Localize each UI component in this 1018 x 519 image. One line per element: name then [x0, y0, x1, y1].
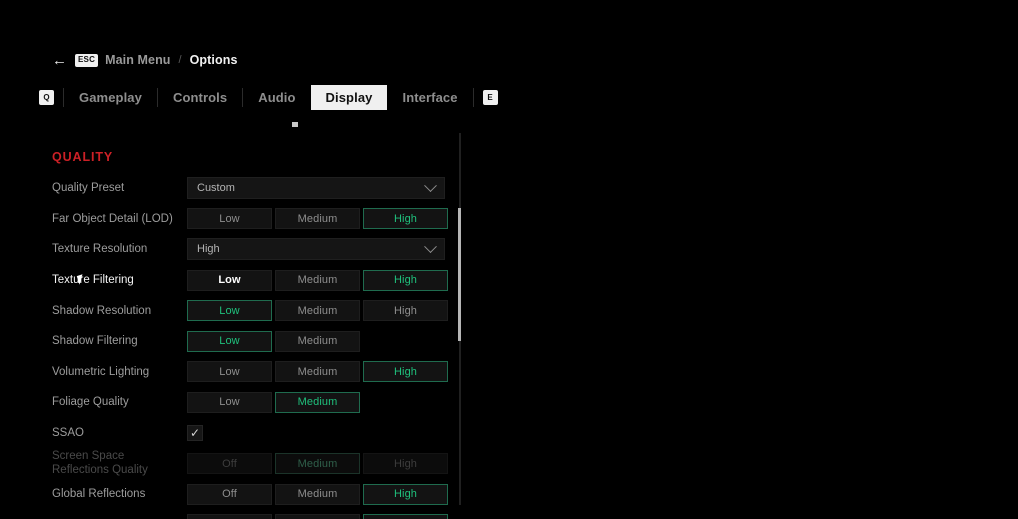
next-tab-key-wrap[interactable]: E — [474, 85, 507, 110]
segmented-control: Low Medium — [187, 391, 360, 413]
setting-row: Quality Preset Custom — [0, 173, 480, 204]
setting-control: Low Medium High — [187, 300, 480, 322]
segmented-control: OffMediumHigh — [187, 453, 448, 475]
segment-option[interactable]: High — [363, 300, 448, 322]
segment-option[interactable]: Medium — [275, 361, 360, 383]
setting-row: Global Reflections Off Medium High — [0, 479, 480, 510]
settings-scroll-panel[interactable]: QUALITY Quality Preset Custom Far Object D… — [0, 122, 480, 519]
setting-row: Shadow Resolution Low Medium High — [0, 295, 480, 326]
segment-option[interactable]: Medium — [275, 269, 360, 291]
section-title-quality: QUALITY — [52, 150, 114, 164]
tab-interface[interactable]: Interface — [387, 85, 472, 110]
segmented-control: OffMediumHigh — [187, 483, 448, 505]
dropdown-value: Custom — [197, 182, 235, 195]
segment-option[interactable]: High — [363, 269, 448, 291]
segmented-control: OffMediumHigh — [187, 514, 448, 519]
setting-label: Screen Space Reflections Quality — [52, 450, 148, 476]
segment-option[interactable]: Medium — [275, 483, 360, 505]
setting-row: Far Object Detail (LOD) Low Medium High — [0, 204, 480, 235]
breadcrumb-separator: / — [178, 54, 182, 66]
setting-control: OffMediumHigh — [187, 453, 480, 475]
options-tab-bar: Q Gameplay Controls Audio Display Interf… — [30, 85, 507, 110]
setting-row: OffMediumHigh — [0, 510, 480, 519]
back-arrow-icon[interactable]: ← — [52, 53, 68, 68]
setting-label: Shadow Filtering — [52, 335, 138, 348]
segment-option[interactable]: Off — [187, 453, 272, 475]
dropdown-value: High — [197, 243, 220, 256]
setting-row: Texture Resolution High — [0, 234, 480, 265]
chevron-down-icon — [424, 240, 437, 254]
setting-row: Shadow Filtering Low Medium — [0, 326, 480, 357]
segment-option[interactable]: Medium — [275, 208, 360, 230]
setting-label: Foliage Quality — [52, 396, 129, 409]
setting-control: Low Medium — [187, 330, 480, 352]
tab-audio[interactable]: Audio — [243, 85, 310, 110]
segment-option[interactable]: Medium — [275, 391, 360, 413]
setting-row: Texture Filtering Low Medium High — [0, 265, 480, 296]
segmented-control: Low Medium High — [187, 300, 448, 322]
segment-option[interactable]: High — [363, 208, 448, 230]
setting-label: Quality Preset — [52, 182, 125, 195]
clipped-slider-row[interactable] — [52, 122, 480, 138]
segment-option[interactable]: High — [363, 483, 448, 505]
segmented-control: Low Medium — [187, 330, 360, 352]
setting-control: Low Medium High — [187, 361, 480, 383]
checkbox-toggle[interactable]: ✓ — [187, 425, 203, 442]
setting-control: OffMediumHigh — [187, 514, 480, 519]
segment-option[interactable]: Low — [187, 269, 272, 291]
segment-option[interactable]: Low — [187, 391, 272, 413]
setting-control: OffMediumHigh — [187, 483, 480, 505]
setting-control: Low Medium — [187, 391, 480, 413]
q-key-badge: Q — [39, 90, 54, 105]
setting-label: SSAO — [52, 427, 84, 440]
segment-option[interactable]: Medium — [275, 300, 360, 322]
chevron-down-icon — [424, 179, 437, 192]
check-icon: ✓ — [189, 426, 201, 441]
setting-label: Far Object Detail (LOD) — [52, 212, 173, 225]
setting-control: High — [187, 238, 480, 261]
esc-key-badge: ESC — [75, 53, 99, 67]
breadcrumb-parent-link[interactable]: Main Menu — [105, 53, 170, 67]
slider-handle[interactable] — [292, 122, 298, 127]
segment-option[interactable]: Low — [187, 300, 272, 322]
dropdown-select[interactable]: Custom — [187, 177, 445, 200]
setting-row: Foliage Quality Low Medium — [0, 387, 480, 418]
setting-label: Shadow Resolution — [52, 304, 152, 317]
breadcrumb-current: Options — [189, 53, 238, 67]
segment-option[interactable]: High — [363, 361, 448, 383]
setting-label: Texture Filtering — [52, 274, 134, 287]
breadcrumb: ← ESC Main Menu / Options — [52, 50, 238, 70]
tab-display[interactable]: Display — [310, 85, 388, 110]
tab-gameplay[interactable]: Gameplay — [64, 85, 157, 110]
segment-option[interactable]: Medium — [275, 330, 360, 352]
segmented-control: Low Medium High — [187, 208, 448, 230]
segment-option[interactable]: Medium — [275, 453, 360, 475]
segment-option[interactable]: Low — [187, 361, 272, 383]
setting-row: Screen Space Reflections Quality Off Mediu… — [0, 448, 480, 479]
dropdown-select[interactable]: High — [187, 238, 445, 261]
setting-control: Low Medium High — [187, 269, 480, 291]
setting-control: Custom — [187, 177, 480, 200]
segment-option[interactable]: High — [363, 514, 448, 519]
setting-control: ✓ — [187, 425, 480, 442]
setting-control: Low Medium High — [187, 208, 480, 230]
segment-option[interactable]: Low — [187, 208, 272, 230]
segment-option[interactable]: Off — [187, 483, 272, 505]
prev-tab-key-wrap[interactable]: Q — [30, 85, 63, 110]
segment-option[interactable]: Medium — [275, 514, 360, 519]
setting-label: Texture Resolution — [52, 243, 148, 256]
tab-controls[interactable]: Controls — [158, 85, 242, 110]
segment-option[interactable]: Off — [187, 514, 272, 519]
segmented-control: Low Medium High — [187, 269, 448, 291]
segment-option[interactable]: Low — [187, 330, 272, 352]
e-key-badge: E — [482, 90, 498, 105]
segmented-control: Low Medium High — [187, 361, 448, 383]
segment-option[interactable]: High — [363, 453, 448, 475]
setting-row: SSAO ✓ — [0, 418, 480, 449]
setting-label: Volumetric Lighting — [52, 365, 150, 378]
setting-label: Global Reflections — [52, 488, 146, 501]
scrollbar-thumb[interactable] — [458, 208, 461, 341]
setting-row: Volumetric Lighting Low Medium High — [0, 357, 480, 388]
